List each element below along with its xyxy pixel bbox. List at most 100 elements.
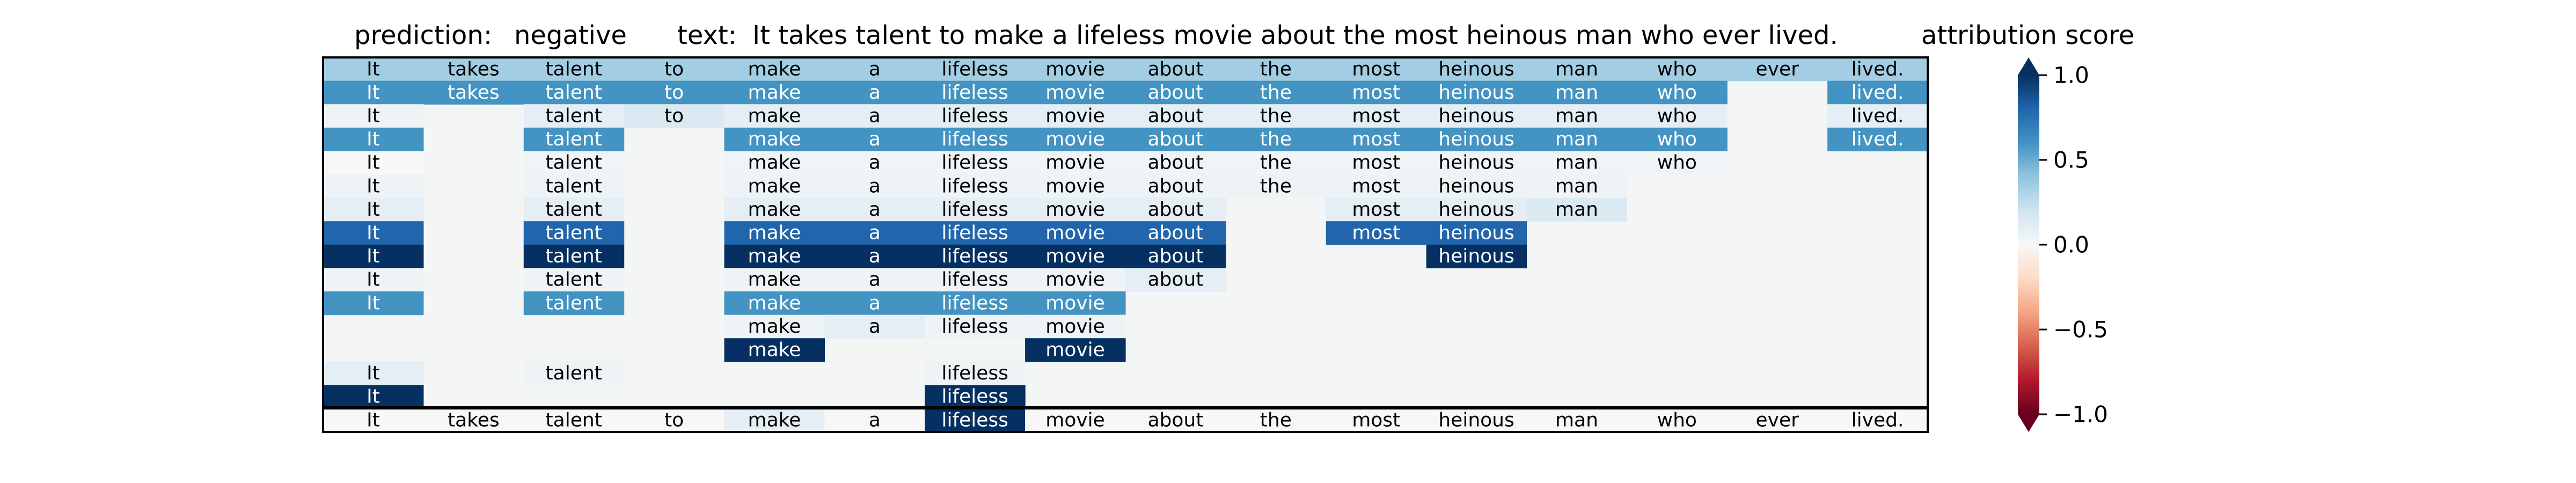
cell-token-label: It (367, 128, 380, 150)
cell-token-label: lived. (1851, 58, 1904, 80)
cell-token-label: to (664, 105, 684, 127)
text-label: text: (677, 20, 737, 50)
cell-token-label: a (869, 222, 881, 244)
cell-token-label: about (1148, 82, 1204, 104)
cell-token-label: make (748, 245, 801, 267)
cell-token-label: talent (546, 175, 602, 197)
cell-token-label: movie (1045, 82, 1105, 104)
cell-token-label: heinous (1438, 105, 1514, 127)
cell-token-label: a (869, 316, 881, 338)
cell-token-label: takes (448, 82, 500, 104)
cell-token-label: movie (1045, 292, 1105, 314)
cell-token-label: ever (1755, 58, 1799, 80)
cell-token-label: the (1260, 152, 1292, 174)
summary-token-label: to (664, 409, 684, 431)
summary-token-label: It (367, 409, 380, 431)
cell-token-label: who (1657, 105, 1697, 127)
cell-token-label: most (1352, 82, 1400, 104)
cell-token-label: the (1260, 175, 1292, 197)
cell-token-label: make (748, 105, 801, 127)
cell-token-label: the (1260, 82, 1292, 104)
cell-token-label: the (1260, 128, 1292, 150)
cell-token-label: about (1148, 199, 1204, 221)
summary-token-label: man (1555, 409, 1598, 431)
cell-token-label: a (869, 292, 881, 314)
cell-token-label: make (748, 269, 801, 291)
cell-token-label: a (869, 58, 881, 80)
cell-token-label: make (748, 175, 801, 197)
cell-token-label: heinous (1438, 128, 1514, 150)
cell-token-label: lived. (1851, 82, 1904, 104)
cell-token-label: heinous (1438, 222, 1514, 244)
cell-token-label: man (1555, 82, 1598, 104)
cell-token-label: a (869, 152, 881, 174)
cell-token-label: lifeless (941, 175, 1008, 197)
colorbar-tick-label: 0.5 (2053, 147, 2089, 173)
cell-token-label: about (1148, 105, 1204, 127)
cell-token-label: a (869, 82, 881, 104)
cell-token-label: heinous (1438, 175, 1514, 197)
cell-token-label: who (1657, 58, 1697, 80)
prediction-value: negative (514, 20, 627, 50)
cell-token-label: make (748, 152, 801, 174)
cell-token-label: make (748, 292, 801, 314)
cell-token-label: heinous (1438, 199, 1514, 221)
cell-token-label: make (748, 128, 801, 150)
summary-token-label: most (1352, 409, 1400, 431)
colorbar-ticks: 1.0 0.5 0.0 −0.5 −1.0 (2039, 62, 2108, 428)
cell-token-label: It (367, 175, 380, 197)
cell-token-label: lifeless (941, 386, 1008, 408)
cell-token-label: It (367, 199, 380, 221)
cell-token-label: about (1148, 175, 1204, 197)
cell-token-label: man (1555, 199, 1598, 221)
cell-token-label: lifeless (941, 152, 1008, 174)
cell-token-label: the (1260, 105, 1292, 127)
cell-token-label: It (367, 292, 380, 314)
summary-token-label: about (1148, 409, 1204, 431)
colorbar-tick-label: −1.0 (2053, 401, 2108, 428)
cell-token-label: make (748, 222, 801, 244)
cell-token-label: movie (1045, 58, 1105, 80)
cell-token-label: about (1148, 58, 1204, 80)
cell-token-label: about (1148, 222, 1204, 244)
summary-token-label: lifeless (941, 409, 1008, 431)
cell-token-label: It (367, 82, 380, 104)
cell-token-label: It (367, 269, 380, 291)
cell-token-label: movie (1045, 128, 1105, 150)
cell-token-label: talent (546, 128, 602, 150)
cell-token-label: lifeless (941, 58, 1008, 80)
colorbar-bottom-extension (2018, 414, 2039, 432)
cell-token-label: talent (546, 269, 602, 291)
prediction-label: prediction: (354, 20, 492, 50)
cell-token-label: lifeless (941, 128, 1008, 150)
cell-token-label: make (748, 199, 801, 221)
cell-token-label: lifeless (941, 269, 1008, 291)
cell-token-label: talent (546, 152, 602, 174)
summary-token-label: lived. (1851, 409, 1904, 431)
cell-token-label: lifeless (941, 199, 1008, 221)
cell-token-label: It (367, 152, 380, 174)
cell-token-label: talent (546, 199, 602, 221)
cell-token-label: about (1148, 128, 1204, 150)
cell-token-label: It (367, 386, 380, 408)
summary-token-label: talent (546, 409, 602, 431)
summary-token-label: ever (1755, 409, 1799, 431)
cell-token-label: man (1555, 175, 1598, 197)
cell-token-label: movie (1045, 152, 1105, 174)
cell-token-label: most (1352, 222, 1400, 244)
cell-token-label: a (869, 105, 881, 127)
cell-token-label: talent (546, 82, 602, 104)
summary-token-label: make (748, 409, 801, 431)
cell-token-label: most (1352, 58, 1400, 80)
cell-token-label: make (748, 58, 801, 80)
cell-token-label: lived. (1851, 128, 1904, 150)
cell-token-label: lifeless (941, 362, 1008, 384)
cell-token-label: movie (1045, 269, 1105, 291)
summary-token-label: a (869, 409, 881, 431)
cell-token-label: lifeless (941, 292, 1008, 314)
colorbar-tick-label: −0.5 (2053, 317, 2108, 343)
cell-token-label: most (1352, 152, 1400, 174)
cell-token-label: It (367, 58, 380, 80)
cell-token-label: talent (546, 362, 602, 384)
summary-token-label: takes (448, 409, 500, 431)
